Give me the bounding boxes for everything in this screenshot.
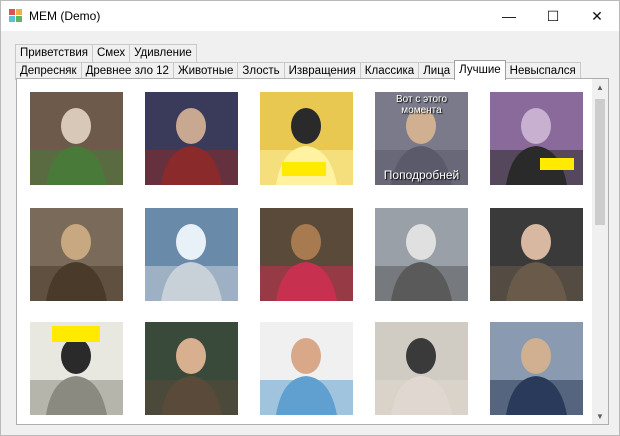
meme-image [145,322,238,415]
meme-thumbnail-6[interactable] [145,208,238,301]
maximize-button[interactable]: ☐ [531,1,575,31]
meme-thumbnail-11[interactable] [145,322,238,415]
meme-thumbnail-9[interactable] [490,208,583,301]
meme-image [260,208,353,301]
close-icon: ✕ [591,7,603,24]
meme-thumbnail-7[interactable] [260,208,353,301]
meme-thumbnail-1[interactable] [145,92,238,185]
tab-row-top: Приветствия Смех Удивление [15,44,197,62]
meme-thumbnail-0[interactable] [30,92,123,185]
app-icon [9,9,22,22]
meme-image [375,208,468,301]
vertical-scrollbar[interactable]: ▲ ▼ [592,79,608,424]
app-window: MEM (Demo) — ☐ ✕ Приветствия Смех Удивлени… [0,0,620,436]
meme-image [30,208,123,301]
meme-gallery[interactable]: Вот с этого момента Поподробней ▲ ▼ [16,78,609,425]
highlight-bar [52,326,100,342]
minimize-button[interactable]: — [487,1,531,31]
minimize-icon: — [502,8,516,24]
meme-caption-top: Вот с этого момента [395,94,448,116]
meme-thumbnail-2[interactable] [260,92,353,185]
maximize-icon: ☐ [546,7,560,24]
close-button[interactable]: ✕ [575,1,619,31]
meme-image [260,322,353,415]
highlight-bar [282,162,326,176]
meme-image [490,208,583,301]
meme-thumbnail-12[interactable] [260,322,353,415]
meme-image [490,92,583,185]
tab-top-0[interactable]: Приветствия [15,44,93,62]
meme-image [490,322,583,415]
meme-image [375,322,468,415]
meme-thumbnail-10[interactable] [30,322,123,415]
title-bar[interactable]: MEM (Demo) — ☐ ✕ [1,1,619,31]
meme-image [145,92,238,185]
meme-thumbnail-8[interactable] [375,208,468,301]
scroll-up-arrow-icon[interactable]: ▲ [592,79,608,95]
tab-top-2[interactable]: Удивление [129,44,197,62]
scroll-down-arrow-icon[interactable]: ▼ [592,408,608,424]
meme-thumbnail-5[interactable] [30,208,123,301]
scrollbar-thumb[interactable] [595,99,605,225]
meme-caption-bottom: Поподробней [383,168,460,182]
meme-thumbnail-3[interactable]: Вот с этого момента Поподробней [375,92,468,185]
meme-image [145,208,238,301]
highlight-bar [540,158,574,170]
meme-thumbnail-14[interactable] [490,322,583,415]
meme-image [30,92,123,185]
meme-thumbnail-4[interactable] [490,92,583,185]
window-title: MEM (Demo) [29,9,101,23]
meme-thumbnail-13[interactable] [375,322,468,415]
tab-bottom-7[interactable]: Лучшие [454,60,506,80]
tab-top-1[interactable]: Смех [92,44,131,62]
